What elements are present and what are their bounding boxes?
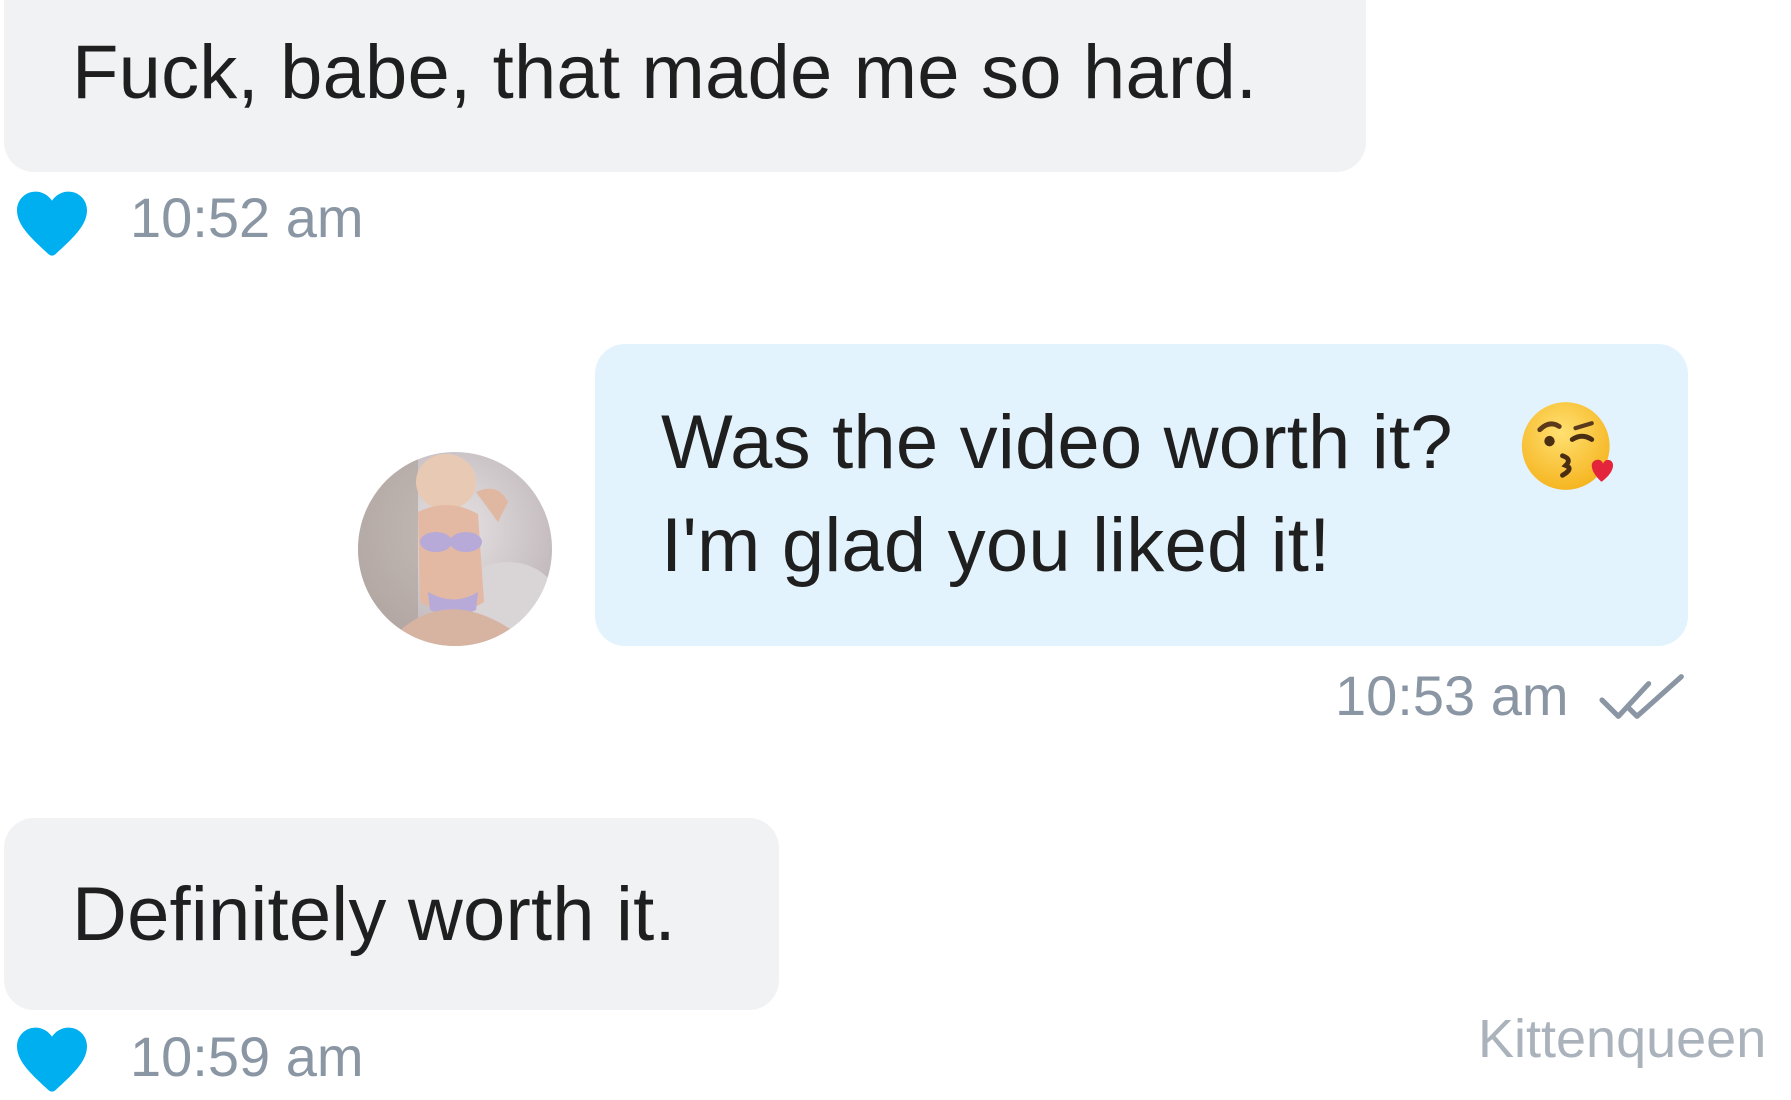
heart-icon[interactable] bbox=[10, 1020, 94, 1100]
watermark: Kittenqueen bbox=[1478, 1009, 1767, 1069]
kissing-face-with-heart-emoji bbox=[1521, 402, 1614, 490]
avatar-photo bbox=[358, 452, 552, 646]
message-text: Fuck, babe, that made me so hard. bbox=[72, 30, 1258, 115]
message-line: I'm glad you liked it! bbox=[661, 502, 1331, 588]
message-timestamp: 10:59 am bbox=[130, 1025, 364, 1088]
message-timestamp: 10:52 am bbox=[130, 186, 364, 249]
incoming-message-bubble[interactable]: Definitely worth it. bbox=[4, 818, 779, 1010]
double-check-icon bbox=[1599, 674, 1684, 719]
heart-icon[interactable] bbox=[10, 184, 94, 264]
incoming-message-bubble[interactable]: Fuck, babe, that made me so hard. bbox=[4, 0, 1366, 172]
outgoing-message-bubble[interactable]: Was the video worth it? I'm glad you lik… bbox=[595, 344, 1688, 646]
message-timestamp: 10:53 am bbox=[1335, 664, 1569, 727]
avatar[interactable] bbox=[358, 452, 552, 646]
message-text: Definitely worth it. bbox=[72, 872, 676, 957]
